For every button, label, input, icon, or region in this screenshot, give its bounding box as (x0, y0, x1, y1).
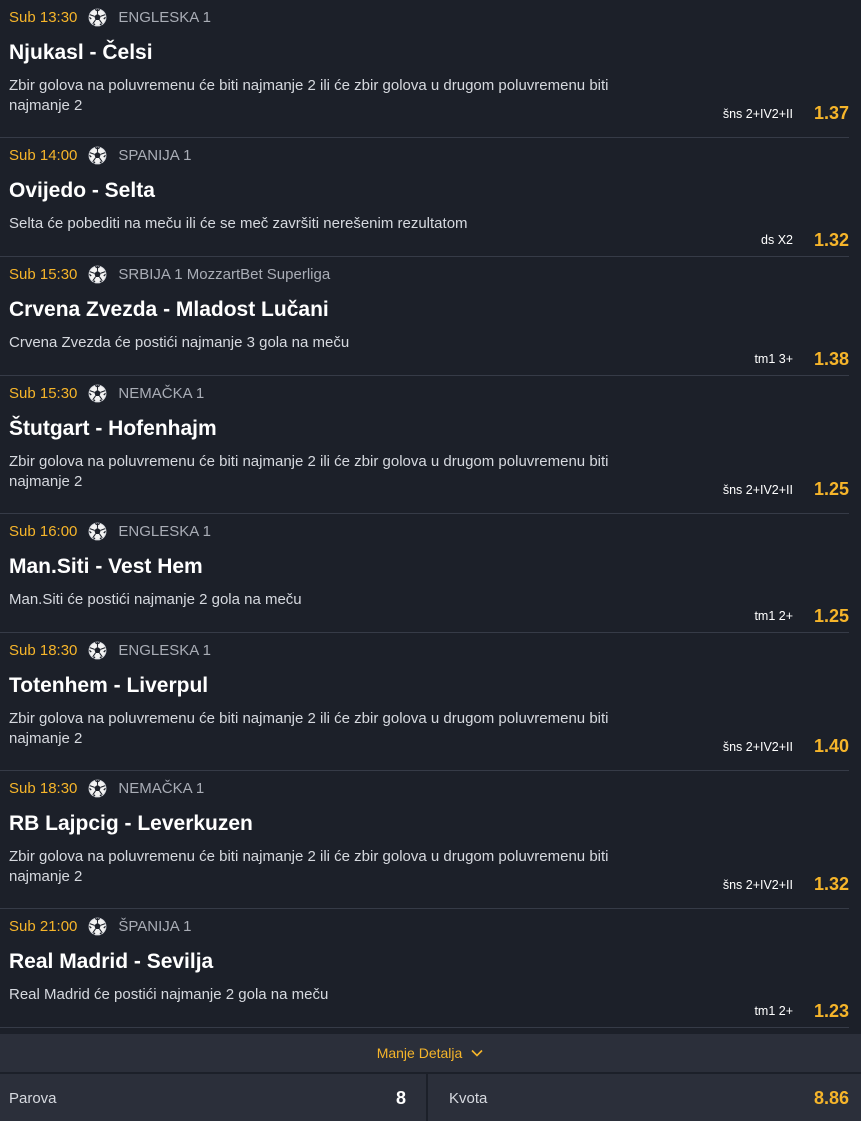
match-header: Sub 16:00 ENGLESKA 1 (9, 521, 211, 541)
bet-description: Real Madrid će postići najmanje 2 gola n… (9, 986, 329, 1003)
bet-code: šns 2+IV2+II (722, 483, 793, 497)
ticket-summary: Parova 8 Kvota 8.86 (0, 1074, 861, 1121)
bet-code: šns 2+IV2+II (722, 878, 793, 892)
soccer-ball-icon (88, 146, 107, 165)
match-time: Sub 15:30 (9, 265, 78, 283)
match-time: Sub 14:00 (9, 146, 78, 164)
match-time: Sub 18:30 (9, 641, 78, 659)
league-name: ŠPANIJA 1 (118, 917, 192, 935)
match-header: Sub 18:30 NEMAČKA 1 (9, 778, 204, 798)
bet-odd: 1.25 (813, 479, 849, 499)
match-teams[interactable]: Njukasl - Čelsi (9, 41, 153, 65)
bet-code: tm1 2+ (754, 1004, 793, 1018)
league-name: SPANIJA 1 (118, 146, 192, 164)
pairs-summary: Parova 8 (0, 1074, 428, 1121)
soccer-ball-icon (88, 779, 107, 798)
match-time: Sub 15:30 (9, 384, 78, 402)
bet-odd: 1.40 (813, 736, 849, 756)
bet-code: šns 2+IV2+II (722, 740, 793, 754)
bet-description: Selta će pobediti na meču ili će se meč … (9, 215, 468, 232)
soccer-ball-icon (88, 641, 107, 660)
pairs-count: 8 (395, 1088, 406, 1108)
match-time: Sub 21:00 (9, 917, 78, 935)
bet-description: Zbir golova na poluvremenu će biti najma… (9, 710, 609, 747)
match-teams[interactable]: Štutgart - Hofenhajm (9, 417, 217, 441)
bet-odd: 1.25 (813, 606, 849, 626)
match-row[interactable]: Sub 21:00 ŠPANIJA 1 Real Madrid - Sevilja R… (0, 909, 849, 1028)
bet-odd: 1.23 (813, 1001, 849, 1021)
soccer-ball-icon (88, 384, 107, 403)
bet-description: Zbir golova na poluvremenu će biti najma… (9, 77, 609, 114)
bet-description: Man.Siti će postići najmanje 2 gola na m… (9, 591, 302, 608)
total-odds-label: Kvota (449, 1090, 488, 1107)
match-teams[interactable]: RB Lajpcig - Leverkuzen (9, 812, 253, 836)
match-time: Sub 13:30 (9, 8, 78, 26)
match-header: Sub 21:00 ŠPANIJA 1 (9, 916, 192, 936)
bet-description: Zbir golova na poluvremenu će biti najma… (9, 453, 609, 490)
match-teams[interactable]: Real Madrid - Sevilja (9, 950, 213, 974)
match-teams[interactable]: Ovijedo - Selta (9, 179, 155, 203)
match-teams[interactable]: Man.Siti - Vest Hem (9, 555, 203, 579)
ticket-footer: Manje Detalja Parova 8 Kvota 8.86 (0, 1034, 861, 1121)
bet-code: šns 2+IV2+II (722, 107, 793, 121)
league-name: ENGLESKA 1 (118, 641, 211, 659)
bet-odd: 1.32 (813, 230, 849, 250)
match-teams[interactable]: Crvena Zvezda - Mladost Lučani (9, 298, 329, 322)
match-row[interactable]: Sub 14:00 SPANIJA 1 Ovijedo - Selta Selta ć… (0, 138, 849, 257)
match-row[interactable]: Sub 15:30 NEMAČKA 1 Štutgart - Hofenhajm Zb… (0, 376, 849, 514)
league-name: NEMAČKA 1 (118, 384, 205, 402)
league-name: ENGLESKA 1 (118, 8, 211, 26)
bet-odd: 1.32 (813, 874, 849, 894)
bet-code: tm1 2+ (754, 609, 793, 623)
soccer-ball-icon (88, 522, 107, 541)
bet-description: Crvena Zvezda će postići najmanje 3 gola… (9, 334, 350, 351)
bet-odd: 1.38 (813, 349, 849, 369)
bet-code: ds X2 (761, 233, 793, 247)
total-odds-summary: Kvota 8.86 (430, 1074, 861, 1121)
match-row[interactable]: Sub 18:30 ENGLESKA 1 Totenhem - Liverpul Zb… (0, 633, 849, 771)
match-header: Sub 18:30 ENGLESKA 1 (9, 640, 211, 660)
less-details-toggle[interactable]: Manje Detalja (0, 1034, 861, 1074)
pairs-label: Parova (9, 1090, 57, 1107)
match-time: Sub 18:30 (9, 779, 78, 797)
chevron-down-icon (470, 1046, 484, 1060)
match-header: Sub 15:30 NEMAČKA 1 (9, 383, 204, 403)
match-header: Sub 15:30 SRBIJA 1 MozzartBet Superliga (9, 264, 330, 284)
league-name: SRBIJA 1 MozzartBet Superliga (118, 265, 331, 283)
match-time: Sub 16:00 (9, 522, 78, 540)
match-row[interactable]: Sub 15:30 SRBIJA 1 MozzartBet Superliga Cr… (0, 257, 849, 376)
bet-description: Zbir golova na poluvremenu će biti najma… (9, 848, 609, 885)
total-odds-value: 8.86 (813, 1088, 849, 1108)
soccer-ball-icon (88, 8, 107, 27)
soccer-ball-icon (88, 265, 107, 284)
league-name: ENGLESKA 1 (118, 522, 211, 540)
bet-odd: 1.37 (813, 103, 849, 123)
bet-code: tm1 3+ (754, 352, 793, 366)
ticket-match-list: Sub 13:30 ENGLESKA 1 Njukasl - Čelsi Zbir g… (0, 0, 861, 1028)
league-name: NEMAČKA 1 (118, 779, 205, 797)
match-teams[interactable]: Totenhem - Liverpul (9, 674, 208, 698)
soccer-ball-icon (88, 917, 107, 936)
match-header: Sub 14:00 SPANIJA 1 (9, 145, 192, 165)
match-row[interactable]: Sub 13:30 ENGLESKA 1 Njukasl - Čelsi Zbir g… (0, 0, 849, 138)
less-details-label: Manje Detalja (376, 1045, 463, 1061)
match-header: Sub 13:30 ENGLESKA 1 (9, 7, 211, 27)
match-row[interactable]: Sub 18:30 NEMAČKA 1 RB Lajpcig - Leverkuze… (0, 771, 849, 909)
match-row[interactable]: Sub 16:00 ENGLESKA 1 Man.Siti - Vest Hem Ma… (0, 514, 849, 633)
